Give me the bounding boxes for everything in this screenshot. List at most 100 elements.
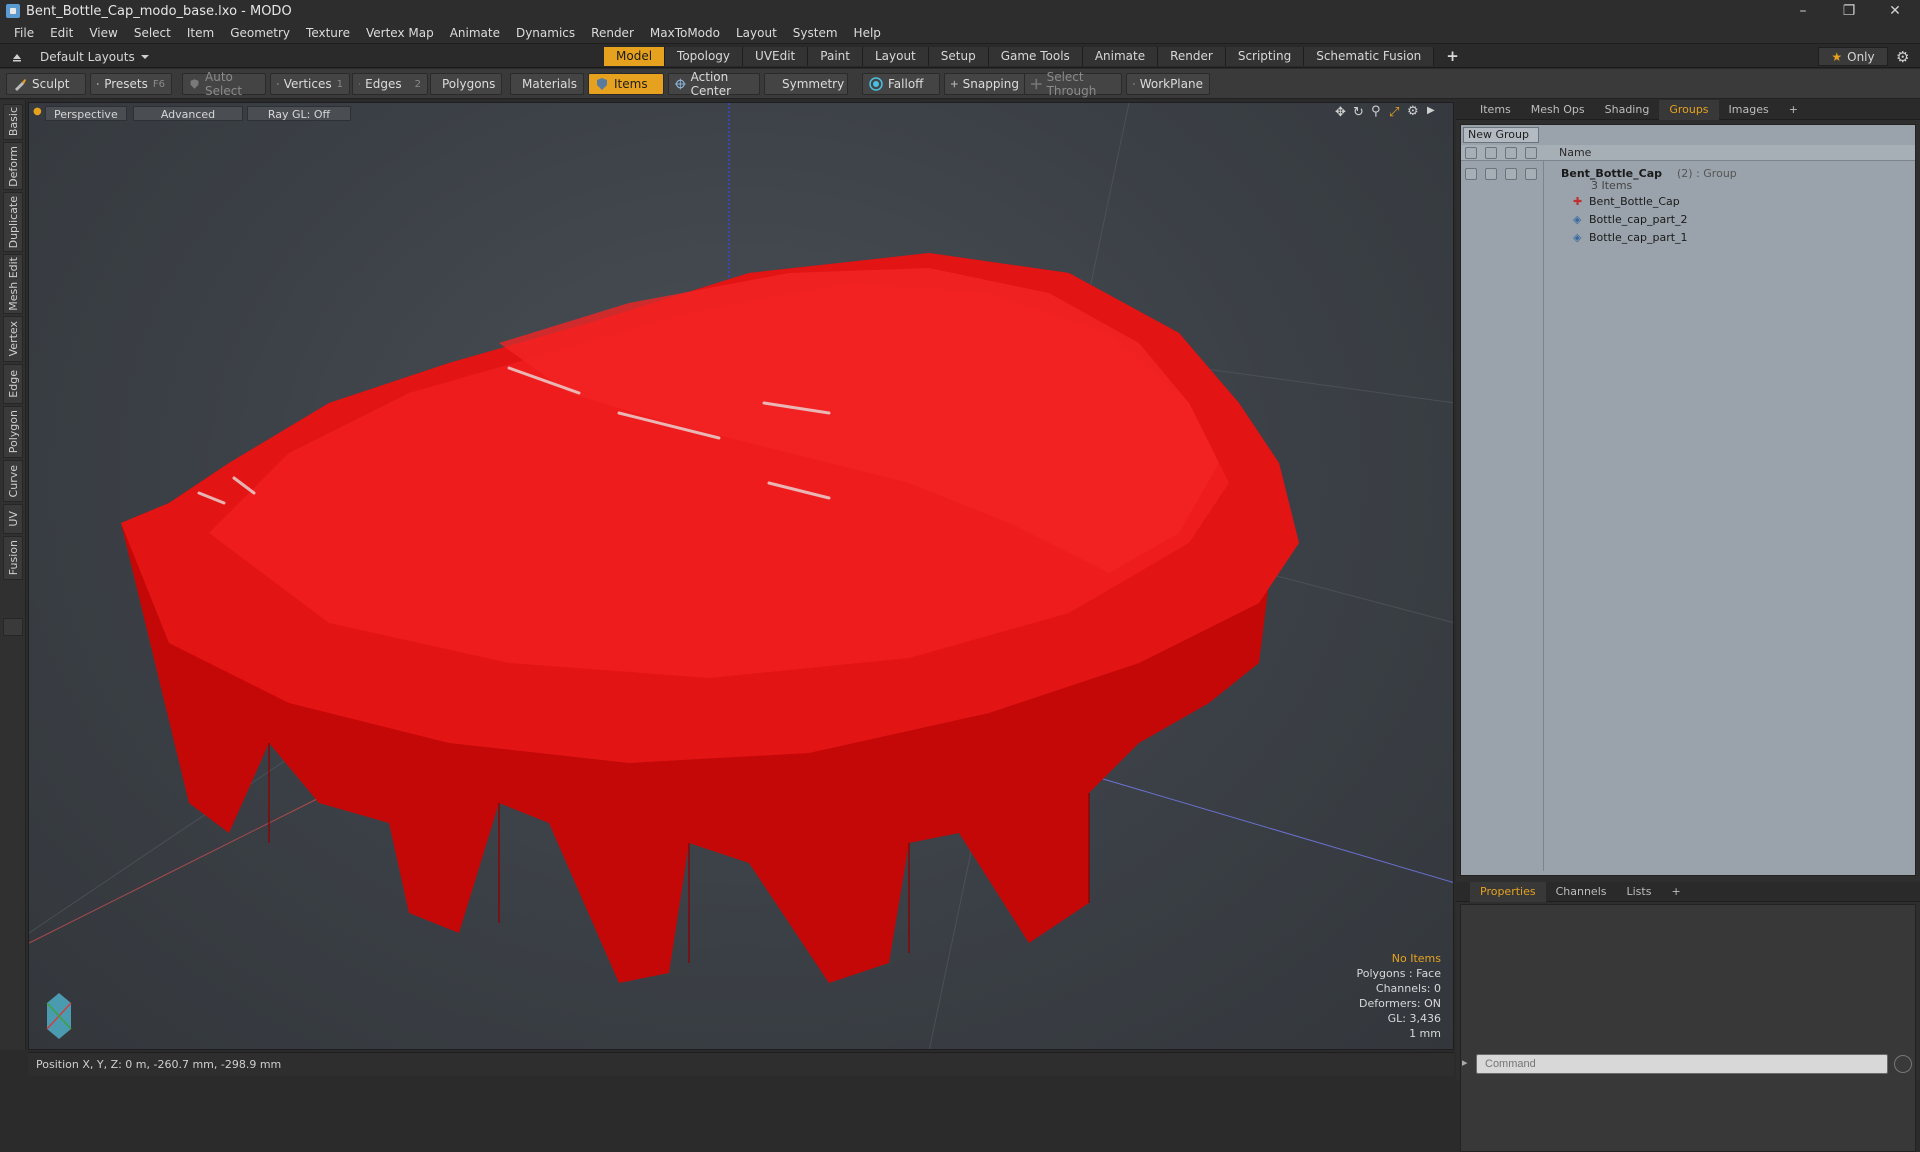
menu-edit[interactable]: Edit [42, 26, 81, 40]
tab-topology[interactable]: Topology [665, 47, 744, 66]
workplane-button[interactable]: WorkPlane [1126, 73, 1210, 95]
menu-system[interactable]: System [785, 26, 846, 40]
lock-icon[interactable] [1485, 147, 1497, 159]
menu-maxtomodo[interactable]: MaxToModo [642, 26, 728, 40]
tab-paint[interactable]: Paint [808, 47, 863, 66]
menu-select[interactable]: Select [126, 26, 179, 40]
left-tab-deform[interactable]: Deform [3, 142, 23, 190]
tab-groups[interactable]: Groups [1659, 100, 1719, 120]
menu-view[interactable]: View [81, 26, 125, 40]
menu-animate[interactable]: Animate [442, 26, 508, 40]
tab-channels[interactable]: Channels [1546, 882, 1617, 902]
sculpt-label: Sculpt [32, 77, 70, 91]
pan-icon[interactable]: ✥ [1335, 105, 1346, 120]
vertices-button[interactable]: Vertices 1 [270, 73, 350, 95]
left-tab-duplicate[interactable]: Duplicate [3, 192, 23, 252]
command-history-icon[interactable] [1894, 1055, 1912, 1073]
tab-uvedit[interactable]: UVEdit [743, 47, 809, 66]
tab-game-tools[interactable]: Game Tools [988, 47, 1083, 66]
render-icon[interactable] [1505, 147, 1517, 159]
tab-properties[interactable]: Properties [1470, 882, 1546, 902]
falloff-label: Falloff [888, 77, 924, 91]
zoom-icon[interactable]: ⚲ [1371, 104, 1381, 119]
presets-button[interactable]: Presets F6 [90, 73, 172, 95]
left-tab-fusion[interactable]: Fusion [3, 536, 23, 580]
tab-model[interactable]: Model [604, 47, 666, 66]
gear-icon[interactable]: ⚙ [1896, 48, 1909, 66]
restore-button[interactable]: ❐ [1826, 0, 1872, 22]
only-button[interactable]: ★ Only [1818, 47, 1888, 66]
select-through-icon [1031, 78, 1042, 90]
tab-shading[interactable]: Shading [1595, 100, 1660, 120]
viewport-settings-icon[interactable]: ⚙ [1407, 104, 1419, 119]
tab-layout[interactable]: Layout [862, 47, 929, 66]
left-tab-edge[interactable]: Edge [3, 364, 23, 404]
symmetry-button[interactable]: Symmetry [764, 73, 848, 95]
list-item[interactable]: ✚ Bent_Bottle_Cap [1461, 193, 1915, 211]
left-tab-label: Duplicate [6, 195, 20, 249]
command-input[interactable] [1476, 1054, 1888, 1074]
tab-mesh-ops[interactable]: Mesh Ops [1521, 100, 1595, 120]
action-center-label: Action Center [690, 70, 732, 98]
add-tab-button[interactable]: + [1434, 47, 1471, 66]
3d-viewport[interactable]: ● Perspective Advanced Ray GL: Off ✥ ↻ ⚲… [28, 102, 1454, 1050]
left-tab-uv[interactable]: UV [3, 504, 23, 534]
add-props-tab-button[interactable]: + [1661, 882, 1690, 902]
auto-select-button[interactable]: Auto Select [182, 70, 266, 98]
tab-animate[interactable]: Animate [1082, 47, 1159, 66]
left-tab-curve[interactable]: Curve [3, 460, 23, 502]
tab-images[interactable]: Images [1719, 100, 1779, 120]
falloff-button[interactable]: Falloff [862, 73, 940, 95]
menu-render[interactable]: Render [583, 26, 642, 40]
menu-file[interactable]: File [6, 26, 42, 40]
select-icon[interactable] [1525, 147, 1537, 159]
perspective-dropdown[interactable]: Perspective [45, 106, 127, 121]
select-through-button[interactable]: Select Through [1024, 70, 1122, 98]
menu-vertex-map[interactable]: Vertex Map [358, 26, 442, 40]
materials-button[interactable]: Materials [510, 73, 584, 95]
items-button[interactable]: Items [588, 73, 664, 95]
tab-lists[interactable]: Lists [1617, 882, 1662, 902]
tab-items[interactable]: Items [1470, 100, 1521, 120]
left-tab-mesh-edit[interactable]: Mesh Edit [3, 254, 23, 314]
menu-item[interactable]: Item [179, 26, 222, 40]
edges-count: 2 [414, 78, 421, 90]
menu-texture[interactable]: Texture [298, 26, 358, 40]
left-tab-label: Deform [6, 145, 20, 187]
advanced-dropdown[interactable]: Advanced [133, 106, 243, 121]
left-tab-basic[interactable]: Basic [3, 104, 23, 140]
menu-help[interactable]: Help [846, 26, 889, 40]
fit-icon[interactable]: ⤢ [1389, 105, 1399, 120]
tab-scripting[interactable]: Scripting [1225, 47, 1305, 66]
tab-render[interactable]: Render [1158, 47, 1226, 66]
list-item[interactable]: ◈ Bottle_cap_part_1 [1461, 229, 1915, 247]
z-axis-line [1048, 762, 1453, 883]
menu-geometry[interactable]: Geometry [222, 26, 298, 40]
eye-icon[interactable] [1465, 147, 1477, 159]
tab-setup[interactable]: Setup [928, 47, 989, 66]
star-icon: ★ [1831, 49, 1843, 64]
left-tab-vertex[interactable]: Vertex [3, 316, 23, 362]
sculpt-button[interactable]: Sculpt [6, 73, 86, 95]
left-tab-polygon[interactable]: Polygon [3, 406, 23, 458]
new-group-button[interactable]: New Group [1463, 127, 1539, 143]
snapping-button[interactable]: Snapping [944, 73, 1026, 95]
layouts-dropdown[interactable]: Default Layouts [10, 48, 149, 65]
polygons-button[interactable]: Polygons [430, 73, 502, 95]
left-tab-expand[interactable] [3, 618, 23, 636]
expand-arrow-icon[interactable]: ▶ [1427, 105, 1435, 116]
add-panel-tab-button[interactable]: + [1779, 100, 1808, 120]
edges-button[interactable]: Edges 2 [352, 73, 428, 95]
action-center-button[interactable]: Action Center [668, 70, 760, 98]
raygl-dropdown[interactable]: Ray GL: Off [247, 106, 351, 121]
menu-dynamics[interactable]: Dynamics [508, 26, 583, 40]
title-bar: Bent_Bottle_Cap_modo_base.lxo - MODO – ❐… [0, 0, 1920, 22]
close-button[interactable]: ✕ [1872, 0, 1918, 22]
viewport-menu-icon[interactable]: ● [33, 106, 43, 120]
left-tab-label: Edge [6, 370, 20, 398]
menu-layout[interactable]: Layout [728, 26, 785, 40]
tab-schematic-fusion[interactable]: Schematic Fusion [1304, 47, 1435, 66]
minimize-button[interactable]: – [1780, 0, 1826, 22]
rotate-icon[interactable]: ↻ [1353, 105, 1364, 120]
list-item[interactable]: ◈ Bottle_cap_part_2 [1461, 211, 1915, 229]
